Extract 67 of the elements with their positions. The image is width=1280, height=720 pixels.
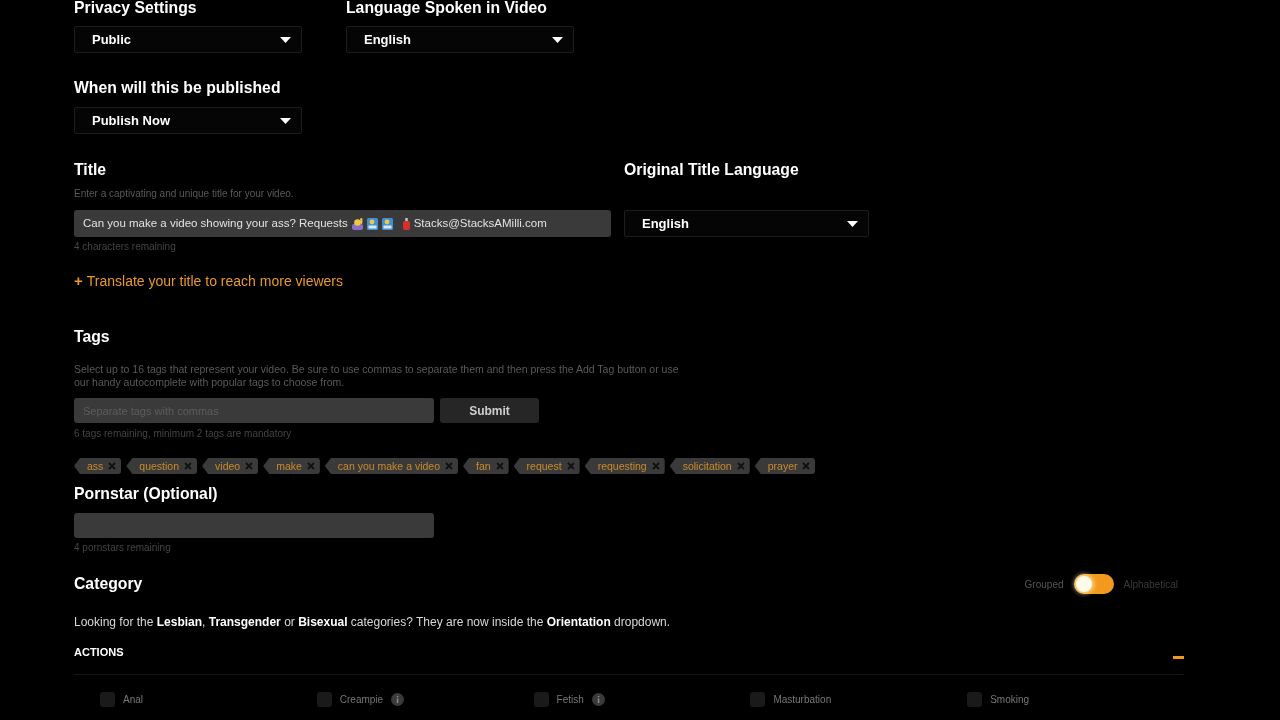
tag-label: solicitation <box>682 460 732 472</box>
publish-select[interactable]: Publish Now <box>74 107 302 134</box>
caret-down-icon <box>280 36 291 43</box>
remove-tag-icon[interactable] <box>184 462 193 470</box>
checkbox[interactable] <box>967 692 983 707</box>
title-label: Title <box>74 162 108 178</box>
title-counter: 4 characters remaining <box>74 242 177 252</box>
tag-label: request <box>526 460 562 472</box>
remove-tag-icon[interactable] <box>495 462 504 470</box>
tag-label: ass <box>87 460 104 472</box>
bottle-emoji-icon <box>402 217 410 230</box>
checkbox[interactable] <box>316 692 332 707</box>
tags-counter: 6 tags remaining, minimum 2 tags are mandatory <box>74 429 293 439</box>
publish-label: When will this be published <box>74 80 282 96</box>
translate-title-link[interactable]: + Translate your title to reach more viewers <box>74 274 343 288</box>
checkbox-label: Anal <box>123 693 143 707</box>
privacy-label: Privacy Settings <box>74 0 198 16</box>
privacy-select[interactable]: Public <box>74 26 302 53</box>
original-title-language-select[interactable]: English <box>624 210 869 237</box>
caret-down-icon <box>552 36 563 43</box>
tag-label: prayer <box>767 460 798 472</box>
checkbox[interactable] <box>750 692 766 707</box>
actions-heading: ACTIONS <box>74 646 124 658</box>
tag-label: video <box>215 460 241 472</box>
category-label: Category <box>74 576 143 592</box>
remove-tag-icon[interactable] <box>108 462 117 470</box>
title-hint: Enter a captivating and unique title for your video. <box>74 189 295 199</box>
checkbox-label: Fetish <box>556 693 584 707</box>
remove-tag-icon[interactable] <box>736 462 745 470</box>
remove-tag-icon[interactable] <box>445 462 453 470</box>
sort-toggle[interactable] <box>1073 574 1114 594</box>
tag-label: requesting <box>597 460 647 472</box>
tag-label: fan <box>476 460 491 472</box>
checkbox[interactable] <box>533 692 549 707</box>
remove-tag-icon[interactable] <box>802 462 811 470</box>
checkbox-label: Creampie <box>339 693 384 707</box>
tags-description: Select up to 16 tags that represent your video. Be sure to use commas to separate them and then press the Add Tag button or use our handy autocomplete with popular tags to choose from. <box>74 363 680 389</box>
submit-button[interactable]: Submit <box>440 398 539 423</box>
tags-label: Tags <box>74 329 111 345</box>
pornstar-label: Pornstar (Optional) <box>74 486 219 502</box>
tag-label: question <box>139 460 180 472</box>
caret-down-icon <box>847 220 858 227</box>
grouped-label: Grouped <box>1024 577 1064 592</box>
remove-tag-icon[interactable] <box>566 462 575 470</box>
checkbox-label: Masturbation <box>773 693 832 707</box>
caret-down-icon <box>280 117 291 124</box>
tag-label: can you make a video <box>337 460 440 472</box>
language-label: Language Spoken in Video <box>346 0 548 16</box>
pornstar-counter: 4 pornstars remaining <box>74 543 172 553</box>
remove-tag-icon[interactable] <box>306 462 315 470</box>
original-title-language-label: Original Title Language <box>624 162 800 178</box>
info-icon[interactable] <box>591 693 605 706</box>
language-select[interactable]: English <box>346 26 574 53</box>
info-icon[interactable] <box>391 693 405 706</box>
raising-hand-emoji-icon <box>351 217 363 230</box>
person-laptop-emoji-icon <box>381 217 393 230</box>
remove-tag-icon[interactable] <box>245 462 254 470</box>
collapse-icon[interactable] <box>1173 656 1184 659</box>
alphabetical-label: Alphabetical <box>1123 577 1178 592</box>
checkbox[interactable] <box>100 692 115 707</box>
pornstar-input[interactable] <box>74 513 434 538</box>
person-laptop-emoji-icon <box>366 217 378 230</box>
checkbox-label: Smoking <box>990 693 1030 707</box>
tag-label: make <box>276 460 302 472</box>
remove-tag-icon[interactable] <box>651 462 660 470</box>
category-notice: Looking for the Lesbian, Transgender or Bisexual categories? They are now inside the Orientation dropdown. <box>74 616 672 628</box>
title-input[interactable]: Can you make a video showing your ass? Requests Stacks@StacksAMilli.com <box>74 210 611 237</box>
